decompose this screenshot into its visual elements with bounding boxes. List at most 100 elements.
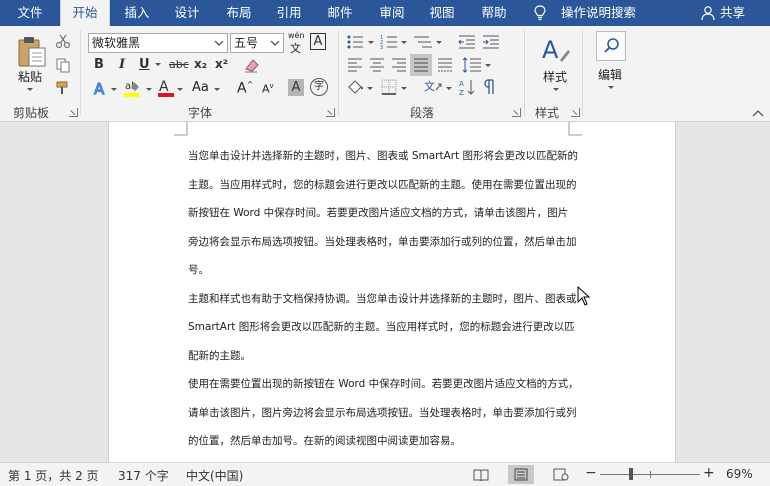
tab-review[interactable]: 审阅 [371,0,413,26]
language-indicator[interactable]: 中文(中国) [186,467,243,484]
tab-layout[interactable]: 布局 [218,0,260,26]
paragraph-launcher-icon[interactable] [512,108,521,117]
line-spacing-dropdown-icon[interactable] [485,64,491,67]
collapse-ribbon-icon[interactable] [752,109,764,119]
bullets-icon[interactable] [346,34,364,50]
format-painter-icon[interactable] [55,80,71,96]
tab-mailings[interactable]: 邮件 [319,0,361,26]
shrink-font-button[interactable]: Av [262,82,274,96]
increase-indent-icon[interactable] [482,34,500,50]
text-effects-dropdown-icon[interactable] [111,88,117,91]
borders-icon[interactable] [380,78,398,96]
italic-button[interactable]: I [119,57,125,72]
sort-icon[interactable]: A Z [458,78,476,96]
document-line: 号。 [188,264,209,276]
tab-help[interactable]: 帮助 [473,0,515,26]
editing-button[interactable] [596,31,626,61]
zoom-level[interactable]: 69% [726,467,753,481]
document-line: 旁边将会显示布局选项按钮。当处理表格时，单击要添加行或列的位置，然后单击加 [188,236,577,248]
zoom-out-button[interactable]: − [585,465,597,481]
tab-home[interactable]: 开始 [60,0,110,26]
styles-dropdown-icon[interactable] [553,88,559,91]
font-name-combo[interactable]: 微软雅黑 [88,33,228,53]
web-layout-button[interactable] [548,465,574,484]
paste-label[interactable]: 粘贴 [18,68,42,85]
editing-dropdown-icon[interactable] [608,86,614,89]
bullets-dropdown-icon[interactable] [368,41,374,44]
crop-mark-right [568,122,582,136]
multilevel-list-icon[interactable] [413,34,433,50]
print-layout-button[interactable] [508,465,534,484]
word-count[interactable]: 317 个字 [118,467,169,484]
document-line: 主题和样式也有助于文档保持协调。当您单击设计并选择新的主题时，图片、图表或 [188,293,577,305]
bold-button[interactable]: B [94,57,104,72]
chinese-layout-dropdown-icon[interactable] [446,87,452,90]
font-color-icon[interactable]: A [157,78,175,98]
copy-icon[interactable] [55,57,71,73]
borders-dropdown-icon[interactable] [401,87,407,90]
char-shading-button[interactable]: A [288,79,304,96]
strikethrough-button[interactable]: abc [169,58,189,71]
underline-button[interactable]: U [139,57,150,72]
styles-label[interactable]: 样式 [543,68,567,85]
change-case-dropdown-icon[interactable] [214,88,220,91]
paste-icon[interactable] [16,34,48,68]
read-mode-button[interactable] [468,465,494,484]
justify-button[interactable] [410,54,432,76]
font-size-combo[interactable]: 五号 [230,33,284,53]
grow-font-button[interactable]: A^ [237,80,253,97]
align-right-icon[interactable] [391,57,407,73]
distributed-icon[interactable] [437,57,453,73]
text-effects-icon[interactable]: A [92,79,110,97]
tab-references[interactable]: 引用 [268,0,310,26]
highlight-dropdown-icon[interactable] [146,88,152,91]
enclose-chars-button[interactable]: 字 [310,78,328,96]
show-marks-icon[interactable] [482,78,498,96]
decrease-indent-icon[interactable] [458,34,476,50]
underline-dropdown-icon[interactable] [155,63,161,66]
status-bar: 第 1 页，共 2 页 317 个字 中文(中国) − + 69% [0,462,770,486]
multilevel-dropdown-icon[interactable] [436,41,442,44]
tab-view[interactable]: 视图 [421,0,463,26]
shading-icon[interactable] [346,78,364,96]
page-layout-icon [514,468,528,481]
font-color-dropdown-icon[interactable] [177,88,183,91]
ribbon-tab-bar: 文件 开始 插入 设计 布局 引用 邮件 审阅 视图 帮助 操作说明搜索 共享 [0,0,770,26]
lightbulb-icon [534,5,546,21]
svg-text:A: A [159,79,169,95]
numbering-icon[interactable]: 1 2 3 [380,34,398,50]
tab-insert[interactable]: 插入 [116,0,158,26]
highlight-icon[interactable]: ab [122,78,142,98]
clear-formatting-icon[interactable] [243,57,261,73]
font-launcher-icon[interactable] [326,108,335,117]
styles-launcher-icon[interactable] [571,108,580,117]
superscript-button[interactable]: x² [215,57,228,71]
page-count[interactable]: 第 1 页，共 2 页 [8,467,99,484]
svg-text:Z: Z [459,89,464,96]
paste-dropdown-icon[interactable] [27,88,33,91]
char-border-button[interactable]: A [310,33,326,50]
cut-icon[interactable] [55,33,71,49]
change-case-button[interactable]: Aa [192,80,209,95]
ribbon: 粘贴 剪贴板 微软雅黑 五号 wén 文 A B I U abc x₂ x² A… [0,26,770,122]
clipboard-launcher-icon[interactable] [69,108,78,117]
editing-label[interactable]: 编辑 [598,66,622,83]
book-icon [473,469,489,481]
tab-file[interactable]: 文件 [8,0,52,26]
tab-design[interactable]: 设计 [166,0,208,26]
styles-icon[interactable]: A [540,32,570,66]
shading-dropdown-icon[interactable] [367,87,373,90]
zoom-slider-thumb[interactable] [629,468,633,480]
subscript-button[interactable]: x₂ [194,57,207,71]
chinese-layout-icon[interactable]: 文 [423,78,443,96]
grow-font-glyph: A [237,80,247,97]
phonetic-guide-char: 文 [290,42,301,55]
paragraph-group-label: 段落 [410,106,435,120]
group-divider [582,30,583,116]
align-center-icon[interactable] [369,57,385,73]
numbering-dropdown-icon[interactable] [401,41,407,44]
align-left-icon[interactable] [347,57,363,73]
zoom-in-button[interactable]: + [703,465,715,481]
phonetic-guide-button[interactable]: wén 文 [288,31,306,55]
line-spacing-icon[interactable] [462,56,482,74]
